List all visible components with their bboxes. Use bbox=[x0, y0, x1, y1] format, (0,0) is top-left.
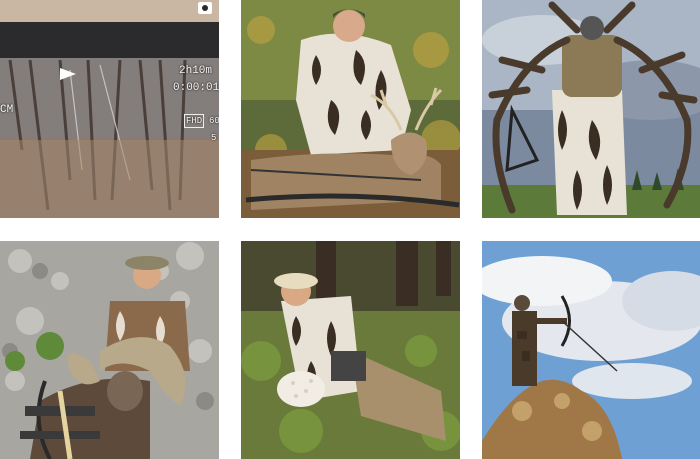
elk-antlers-photo bbox=[482, 0, 700, 218]
post-tile-archer-on-rock[interactable] bbox=[482, 241, 700, 459]
post-tile-elk-antlers[interactable] bbox=[482, 0, 700, 218]
puffball-mushroom-photo bbox=[241, 241, 460, 459]
camera-fps-fragment-2: 5 bbox=[211, 133, 217, 143]
hunter-buck-photo bbox=[241, 0, 460, 218]
camera-timecode: 0:00:01 bbox=[173, 82, 219, 94]
trail-camera-photo bbox=[0, 0, 219, 218]
camera-fps-fragment: 60 bbox=[209, 116, 219, 126]
post-tile-trail-camera[interactable]: 2h10m 0:00:01 FHD CM 60 5 bbox=[0, 0, 219, 218]
camera-time-remaining: 2h10m bbox=[179, 65, 213, 77]
archer-rock-photo bbox=[482, 241, 700, 459]
camera-quality-badge: FHD bbox=[184, 114, 205, 128]
post-tile-bighorn-ram[interactable] bbox=[0, 241, 219, 459]
post-tile-whitetail-buck[interactable] bbox=[241, 0, 460, 218]
camera-side-label: CM bbox=[0, 104, 14, 116]
bighorn-ram-photo bbox=[0, 241, 219, 459]
post-tile-puffball-mushroom[interactable] bbox=[241, 241, 460, 459]
instagram-photo-grid: 2h10m 0:00:01 FHD CM 60 5 bbox=[0, 0, 700, 459]
